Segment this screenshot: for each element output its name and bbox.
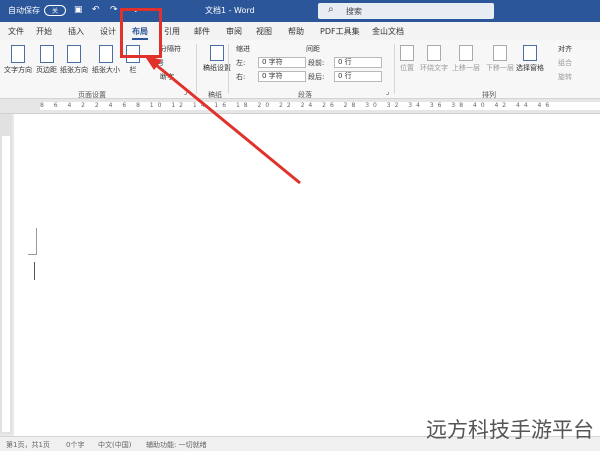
annotation-arrow bbox=[144, 55, 301, 185]
arrow-shaft bbox=[149, 58, 301, 185]
watermark-text: 远方科技手游平台 bbox=[426, 418, 594, 442]
